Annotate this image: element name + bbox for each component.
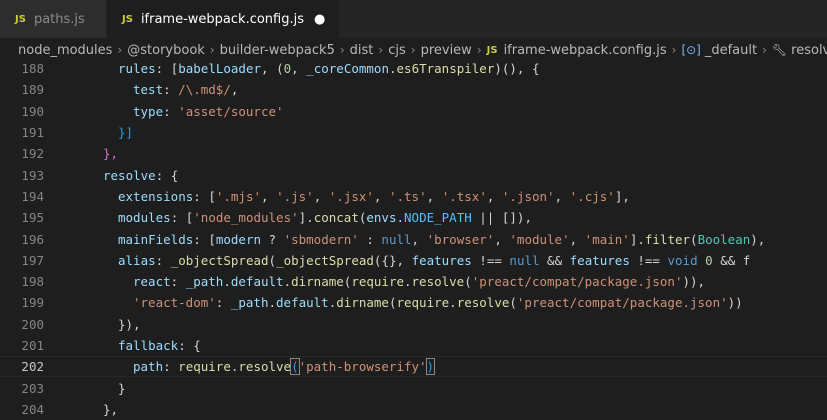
code-line: 195 modules: ['node_modules'].concat(env…	[0, 207, 827, 228]
code-text: resolve: {	[103, 167, 179, 183]
code-text: }]	[118, 125, 134, 141]
breadcrumb-item[interactable]: @storybook	[127, 43, 205, 58]
tab-iframe-webpack-config[interactable]: JS iframe-webpack.config.js ●	[107, 0, 341, 38]
line-number: 190	[21, 103, 44, 119]
line-number: 192	[21, 146, 44, 162]
unsaved-dot-icon[interactable]: ●	[314, 12, 325, 27]
code-text: },	[103, 401, 119, 417]
code-text: }),	[118, 316, 141, 332]
chevron-right-icon: ›	[117, 43, 123, 57]
line-number: 199	[21, 295, 44, 311]
chevron-right-icon: ›	[209, 43, 215, 57]
line-number: 191	[21, 125, 44, 141]
code-line: 201 fallback: {	[0, 335, 827, 356]
line-number: 204	[21, 401, 44, 417]
line-number: 195	[21, 210, 44, 226]
breadcrumb-symbol[interactable]: _default	[705, 43, 757, 58]
code-line: 204 },	[0, 399, 827, 420]
tab-bar: JS paths.js JS iframe-webpack.config.js …	[0, 0, 827, 39]
code-line: 200 }),	[0, 314, 827, 335]
code-text: },	[103, 146, 119, 162]
line-number: 194	[21, 188, 44, 204]
tab-label: paths.js	[33, 11, 85, 27]
chevron-right-icon: ›	[378, 43, 384, 57]
breadcrumb-item[interactable]: preview	[421, 43, 472, 58]
line-number: 196	[21, 231, 44, 247]
code-text: react: _path.default.dirname(require.res…	[133, 274, 706, 290]
tab-paths-js[interactable]: JS paths.js	[0, 0, 107, 38]
code-line-current: 202 path: require.resolve('path-browseri…	[0, 356, 827, 377]
code-line: 199 'react-dom': _path.default.dirname(r…	[0, 292, 827, 313]
line-number: 201	[21, 338, 44, 353]
variable-icon: [⊙]	[681, 43, 701, 57]
js-file-icon: JS	[486, 44, 498, 56]
line-number: 189	[21, 82, 44, 98]
code-line: 198 react: _path.default.dirname(require…	[0, 271, 827, 292]
code-line: 191 }]	[0, 122, 827, 143]
line-number: 200	[21, 316, 44, 332]
tab-label: iframe-webpack.config.js	[140, 11, 304, 27]
code-text: rules: [babelLoader, (0, _coreCommon.es6…	[118, 61, 540, 77]
code-text: test: /\.md$/,	[133, 82, 239, 98]
code-line: 188 rules: [babelLoader, (0, _coreCommon…	[0, 58, 827, 79]
wrench-icon: 🔧︎	[771, 43, 788, 57]
breadcrumb-file[interactable]: iframe-webpack.config.js	[504, 43, 667, 58]
code-text: type: 'asset/source'	[133, 103, 284, 119]
code-line: 189 test: /\.md$/,	[0, 79, 827, 100]
breadcrumb-item[interactable]: builder-webpack5	[220, 43, 335, 58]
code-text: modules: ['node_modules'].concat(envs.NO…	[118, 210, 532, 226]
breadcrumb-item[interactable]: dist	[350, 43, 374, 58]
code-line: 194 extensions: ['.mjs', '.js', '.jsx', …	[0, 186, 827, 207]
breadcrumb-item[interactable]: cjs	[388, 43, 406, 58]
js-file-icon: JS	[15, 13, 26, 25]
code-line: 193 resolve: {	[0, 164, 827, 185]
bracket-match: )	[425, 358, 436, 376]
code-line: 192 },	[0, 143, 827, 164]
line-number: 203	[21, 380, 44, 396]
code-text: mainFields: [modern ? 'sbmodern' : null,…	[118, 231, 766, 247]
line-number: 193	[21, 167, 44, 183]
code-text: path: require.resolve('path-browserify')	[133, 358, 436, 376]
chevron-right-icon: ›	[476, 43, 482, 57]
code-text: fallback: {	[118, 338, 201, 353]
breadcrumb-item[interactable]: node_modules	[18, 43, 112, 58]
chevron-right-icon: ›	[339, 43, 345, 57]
chevron-right-icon: ›	[410, 43, 416, 57]
code-text: extensions: ['.mjs', '.js', '.jsx', '.ts…	[118, 188, 630, 204]
line-number: 198	[21, 274, 44, 290]
code-line: 197 alias: _objectSpread(_objectSpread({…	[0, 250, 827, 271]
code-editor[interactable]: 188 rules: [babelLoader, (0, _coreCommon…	[0, 58, 827, 420]
code-text: 'react-dom': _path.default.dirname(requi…	[133, 295, 743, 311]
chevron-right-icon: ›	[671, 43, 677, 57]
breadcrumb-method[interactable]: resolve	[791, 43, 827, 58]
chevron-right-icon: ›	[762, 43, 767, 57]
line-number: 202	[21, 359, 44, 375]
code-line: 190 type: 'asset/source'	[0, 101, 827, 122]
bracket-match: (	[290, 358, 300, 376]
code-line: 203 }	[0, 377, 827, 398]
js-file-icon: JS	[122, 13, 133, 25]
code-text: }	[118, 380, 126, 396]
line-number: 197	[21, 252, 44, 268]
code-line: 196 mainFields: [modern ? 'sbmodern' : n…	[0, 228, 827, 249]
line-number: 188	[21, 61, 44, 77]
code-text: alias: _objectSpread(_objectSpread({}, f…	[118, 252, 751, 268]
